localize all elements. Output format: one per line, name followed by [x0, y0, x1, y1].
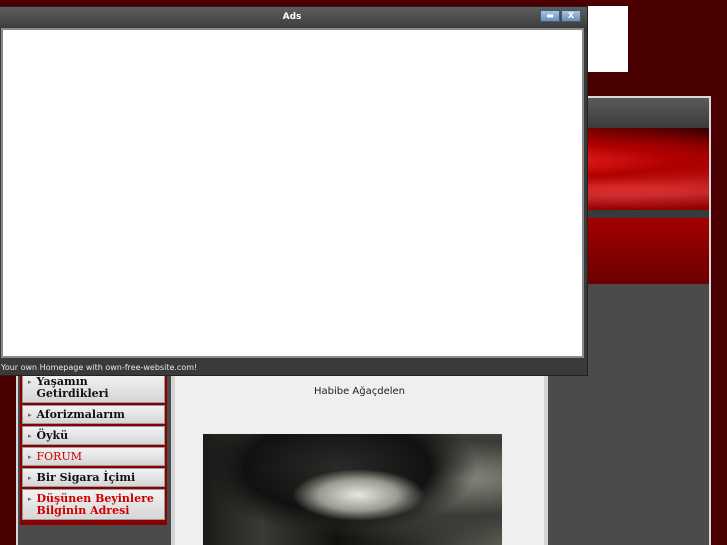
nav-item-label: Aforizmalarım — [36, 408, 125, 421]
nav-item-dusunen-beyinlere[interactable]: ▸ Düşünen Beyinlere Bilginin Adresi — [22, 489, 165, 520]
popup-window-controls: ▬ X — [540, 10, 581, 22]
nav-item-label: Düşünen Beyinlere Bilginin Adresi — [36, 492, 154, 517]
bullet-icon: ▸ — [28, 473, 32, 482]
white-placeholder-box — [585, 6, 628, 72]
bullet-icon: ▸ — [28, 410, 32, 419]
bullet-icon: ▸ — [28, 377, 32, 386]
ads-popup-window: Ads ▬ X Your own Homepage with own-free-… — [0, 6, 588, 376]
bullet-icon: ▸ — [28, 494, 32, 503]
nav-item-label: FORUM — [36, 450, 82, 463]
nav-item-bir-sigara-icimi[interactable]: ▸ Bir Sigara İçimi — [22, 468, 165, 487]
ad-content-area[interactable] — [1, 28, 584, 358]
popup-title: Ads — [282, 12, 302, 22]
nav-item-forum[interactable]: ▸ FORUM — [22, 447, 165, 466]
minimize-icon[interactable]: ▬ — [540, 10, 560, 22]
popup-titlebar[interactable]: Ads ▬ X — [0, 7, 587, 27]
author-name: Habibe Ağaçdelen — [313, 386, 406, 397]
nav-item-label: Öykü — [36, 429, 69, 442]
nav-item-yasamin-getirdikleri[interactable]: ▸ Yaşamın Getirdikleri — [22, 372, 165, 403]
main-content: Habibe Ağaçdelen — [171, 370, 548, 545]
nav-item-oyku[interactable]: ▸ Öykü — [22, 426, 165, 445]
nav-item-label: Bir Sigara İçimi — [36, 471, 136, 484]
popup-footer-link[interactable]: Your own Homepage with own-free-website.… — [1, 361, 584, 375]
left-navigation: ▸ Yaşamın Getirdikleri ▸ Aforizmalarım ▸… — [20, 370, 167, 525]
portrait-photo — [203, 434, 502, 545]
bullet-icon: ▸ — [28, 453, 32, 461]
bullet-icon: ▸ — [28, 431, 32, 440]
nav-item-label: Yaşamın Getirdikleri — [36, 375, 109, 400]
close-icon[interactable]: X — [561, 10, 581, 22]
nav-item-aforizmalarim[interactable]: ▸ Aforizmalarım — [22, 405, 165, 424]
